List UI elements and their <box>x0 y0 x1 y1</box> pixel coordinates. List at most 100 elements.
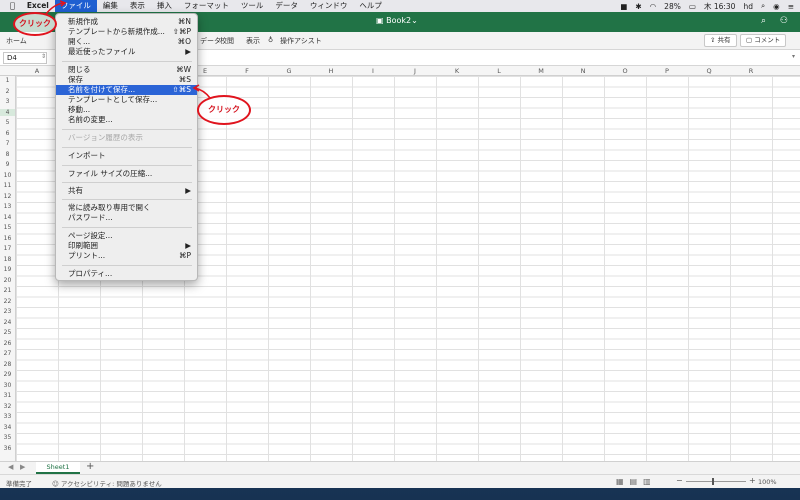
tab-view[interactable]: 表示 <box>246 36 260 46</box>
tab-review[interactable]: 校閲 <box>220 36 234 46</box>
row-header-22[interactable]: 22 <box>0 298 15 305</box>
menu-item-save-as-template[interactable]: テンプレートとして保存... <box>56 95 197 105</box>
menu-item-import[interactable]: インポート <box>56 151 197 161</box>
row-header-19[interactable]: 19 <box>0 266 15 273</box>
share-people-icon[interactable]: ⚇ <box>780 16 788 26</box>
row-header-18[interactable]: 18 <box>0 256 15 263</box>
menu-item-save[interactable]: 保存 ⌘S <box>56 75 197 85</box>
row-header-4[interactable]: 4 <box>0 108 15 116</box>
spotlight-icon[interactable]: ⌕ <box>761 1 765 11</box>
row-header-12[interactable]: 12 <box>0 193 15 200</box>
name-box-stepper-icon[interactable]: ⇕ <box>41 53 46 60</box>
menu-item-new[interactable]: 新規作成 ⌘N <box>56 17 197 27</box>
user-name[interactable]: hd <box>743 2 753 11</box>
title-chevron-icon[interactable]: ⌄ <box>411 16 418 25</box>
menu-item-page-setup[interactable]: ページ設定... <box>56 231 197 241</box>
row-header-5[interactable]: 5 <box>0 119 15 126</box>
accessibility-status[interactable]: ☺ アクセシビリティ: 問題ありません <box>52 478 162 488</box>
menu-item-open[interactable]: 開く... ⌘O <box>56 37 197 47</box>
column-header-g[interactable]: G <box>268 67 310 75</box>
row-header-16[interactable]: 16 <box>0 235 15 242</box>
menu-item-properties[interactable]: プロパティ... <box>56 269 197 279</box>
row-header-3[interactable]: 3 <box>0 98 15 105</box>
menu-item-rename[interactable]: 名前の変更... <box>56 115 197 125</box>
row-header-7[interactable]: 7 <box>0 140 15 147</box>
row-header-30[interactable]: 30 <box>0 382 15 389</box>
row-header-21[interactable]: 21 <box>0 287 15 294</box>
row-header-23[interactable]: 23 <box>0 308 15 315</box>
row-header-25[interactable]: 25 <box>0 329 15 336</box>
menu-item-share[interactable]: 共有 ▶ <box>56 186 197 196</box>
row-header-14[interactable]: 14 <box>0 214 15 221</box>
column-header-r[interactable]: R <box>730 67 772 75</box>
menu-item-print-area[interactable]: 印刷範囲 ▶ <box>56 241 197 251</box>
row-header-34[interactable]: 34 <box>0 424 15 431</box>
column-header-j[interactable]: J <box>394 67 436 75</box>
zoom-slider[interactable]: − + <box>676 476 756 488</box>
tab-home[interactable]: ホーム <box>6 36 27 46</box>
row-header-15[interactable]: 15 <box>0 224 15 231</box>
column-header-o[interactable]: O <box>604 67 646 75</box>
row-header-17[interactable]: 17 <box>0 245 15 252</box>
bluetooth-icon[interactable]: ✱ <box>635 2 641 11</box>
column-header-a[interactable]: A <box>16 67 58 75</box>
menu-item-print[interactable]: プリント... ⌘P <box>56 251 197 261</box>
menu-item-compress[interactable]: ファイル サイズの圧縮... <box>56 169 197 179</box>
dropbox-icon[interactable]: ■ <box>620 2 627 11</box>
row-header-29[interactable]: 29 <box>0 371 15 378</box>
share-button[interactable]: ⇪ 共有 <box>704 34 737 47</box>
row-header-2[interactable]: 2 <box>0 88 15 95</box>
next-sheet-icon[interactable]: ▶ <box>20 463 25 471</box>
menu-window[interactable]: ウィンドウ <box>304 0 354 12</box>
row-header-11[interactable]: 11 <box>0 182 15 189</box>
formula-expand-icon[interactable]: ▾ <box>792 53 795 60</box>
clock[interactable]: 木 16:30 <box>704 1 736 12</box>
row-header-1[interactable]: 1 <box>0 77 15 84</box>
battery-percent[interactable]: 28% <box>664 2 681 11</box>
menu-item-recent[interactable]: 最近使ったファイル ▶ <box>56 47 197 57</box>
column-header-l[interactable]: L <box>478 67 520 75</box>
menu-data[interactable]: データ <box>269 0 304 12</box>
menu-item-password[interactable]: パスワード... <box>56 213 197 223</box>
row-header-33[interactable]: 33 <box>0 413 15 420</box>
row-header-8[interactable]: 8 <box>0 151 15 158</box>
row-header-28[interactable]: 28 <box>0 361 15 368</box>
menu-tools[interactable]: ツール <box>235 0 270 12</box>
row-header-24[interactable]: 24 <box>0 319 15 326</box>
column-header-p[interactable]: P <box>646 67 688 75</box>
menu-format[interactable]: フォーマット <box>178 0 235 12</box>
column-header-m[interactable]: M <box>520 67 562 75</box>
column-header-n[interactable]: N <box>562 67 604 75</box>
apple-icon[interactable]:  <box>0 0 21 12</box>
column-header-k[interactable]: K <box>436 67 478 75</box>
row-header-26[interactable]: 26 <box>0 340 15 347</box>
row-header-36[interactable]: 36 <box>0 445 15 452</box>
zoom-in-icon[interactable]: + <box>749 476 756 485</box>
sheet-tab-sheet1[interactable]: Sheet1 <box>36 462 80 474</box>
zoom-out-icon[interactable]: − <box>676 476 683 485</box>
row-header-13[interactable]: 13 <box>0 203 15 210</box>
menu-help[interactable]: ヘルプ <box>353 0 388 12</box>
zoom-track[interactable] <box>686 481 746 482</box>
search-icon[interactable]: ⌕ <box>761 16 766 26</box>
view-mode-icons[interactable]: ▦▤▥ <box>616 477 657 486</box>
menu-item-move[interactable]: 移動... <box>56 105 197 115</box>
menu-item-always-read-only[interactable]: 常に読み取り専用で開く <box>56 203 197 213</box>
tab-data[interactable]: データ <box>200 36 221 46</box>
row-header-6[interactable]: 6 <box>0 130 15 137</box>
column-header-h[interactable]: H <box>310 67 352 75</box>
row-header-27[interactable]: 27 <box>0 350 15 357</box>
comment-button[interactable]: ▢ コメント <box>740 34 787 47</box>
siri-icon[interactable]: ◉ <box>773 2 780 11</box>
add-sheet-button[interactable]: + <box>86 461 94 472</box>
menu-item-save-as[interactable]: 名前を付けて保存... ⇧⌘S <box>56 85 197 95</box>
menu-item-new-from-template[interactable]: テンプレートから新規作成... ⇧⌘P <box>56 27 197 37</box>
menu-insert[interactable]: 挿入 <box>151 0 178 12</box>
menu-item-close[interactable]: 閉じる ⌘W <box>56 65 197 75</box>
wifi-icon[interactable]: ◠ <box>650 2 657 11</box>
menu-edit[interactable]: 編集 <box>97 0 124 12</box>
battery-icon[interactable]: ▭ <box>689 2 696 11</box>
menu-view[interactable]: 表示 <box>124 0 151 12</box>
row-header-10[interactable]: 10 <box>0 172 15 179</box>
row-header-9[interactable]: 9 <box>0 161 15 168</box>
